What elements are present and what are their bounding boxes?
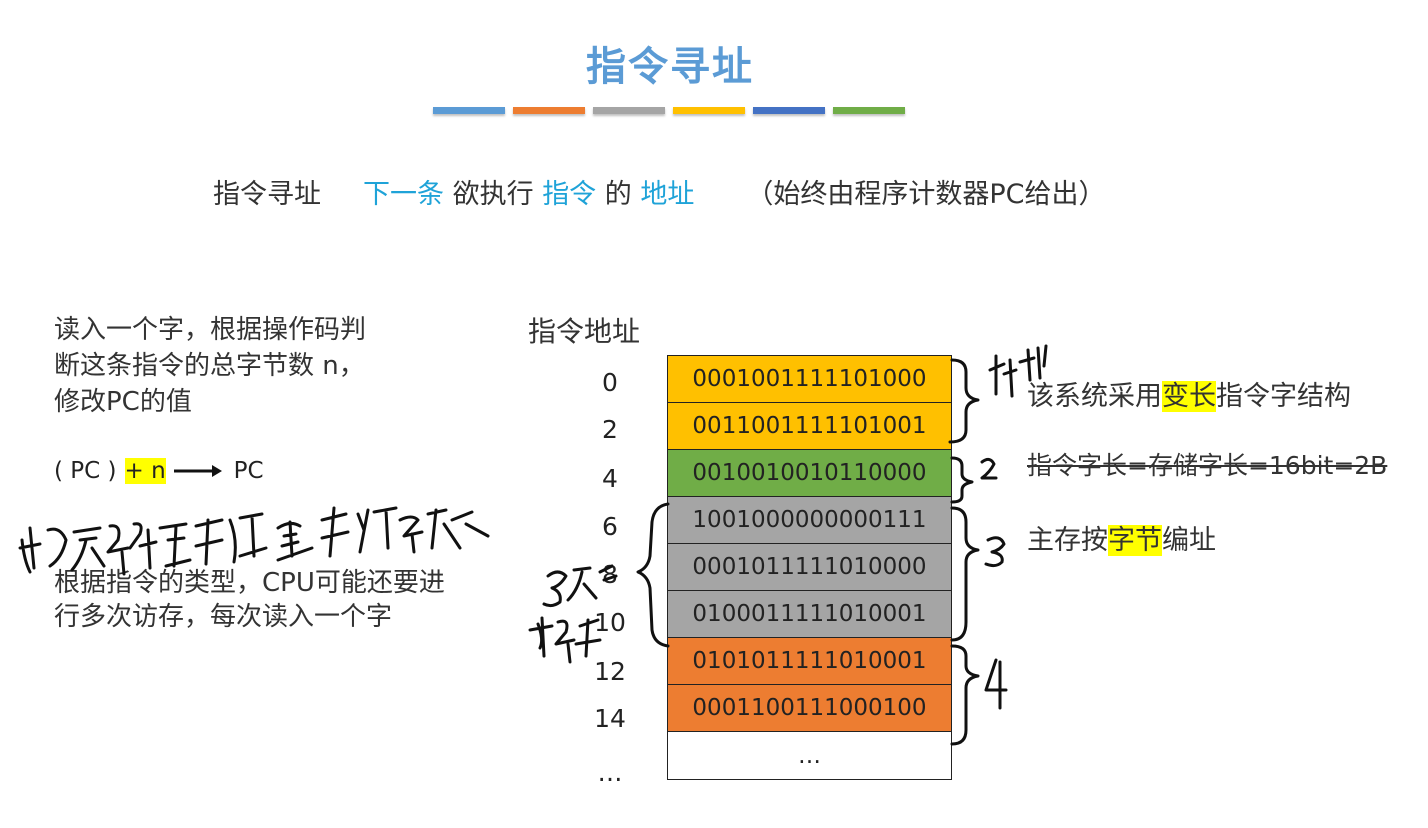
handwritten-stroke [542,564,618,608]
handwritten-annotations [18,344,1048,746]
brace-right-icon [950,506,980,642]
handwritten-stroke [528,616,602,664]
brace-left-icon [636,502,670,648]
brace-right-icon [950,644,980,746]
handwritten-stroke [984,536,1006,568]
handwritten-stroke [988,344,1048,398]
handwritten-stroke [18,506,490,576]
handwritten-stroke [980,457,998,480]
handwritten-stroke [984,658,1008,710]
brace-right-icon [950,456,974,504]
brace-right-icon [948,358,980,444]
